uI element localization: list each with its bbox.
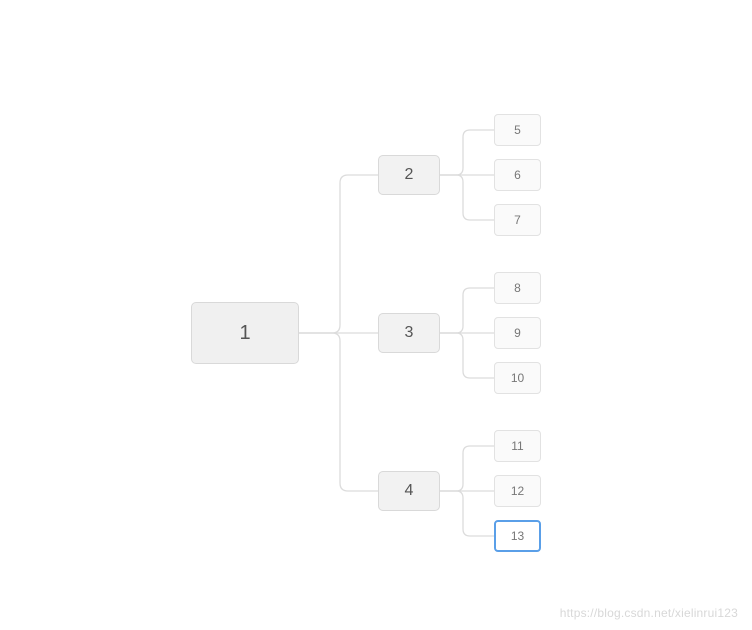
watermark-text: https://blog.csdn.net/xielinrui123 <box>560 606 738 620</box>
tree-node-leaf-selected[interactable]: 13 <box>494 520 541 552</box>
node-label: 6 <box>514 168 521 182</box>
tree-node-leaf[interactable]: 10 <box>494 362 541 394</box>
tree-node-leaf[interactable]: 6 <box>494 159 541 191</box>
tree-node-leaf[interactable]: 12 <box>494 475 541 507</box>
node-label: 3 <box>405 324 414 342</box>
node-label: 11 <box>511 439 523 453</box>
tree-node-level2[interactable]: 4 <box>378 471 440 511</box>
node-label: 12 <box>511 484 524 498</box>
node-label: 9 <box>514 326 521 340</box>
tree-node-level2[interactable]: 3 <box>378 313 440 353</box>
node-label: 8 <box>514 281 521 295</box>
tree-node-leaf[interactable]: 5 <box>494 114 541 146</box>
tree-connectors <box>0 0 752 630</box>
node-label: 7 <box>514 213 521 227</box>
node-label: 5 <box>514 123 521 137</box>
tree-node-root[interactable]: 1 <box>191 302 299 364</box>
node-label: 1 <box>239 322 250 345</box>
tree-node-leaf[interactable]: 9 <box>494 317 541 349</box>
node-label: 2 <box>405 166 414 184</box>
tree-node-level2[interactable]: 2 <box>378 155 440 195</box>
node-label: 13 <box>511 529 524 543</box>
tree-node-leaf[interactable]: 8 <box>494 272 541 304</box>
tree-node-leaf[interactable]: 7 <box>494 204 541 236</box>
tree-node-leaf[interactable]: 11 <box>494 430 541 462</box>
node-label: 10 <box>511 371 524 385</box>
node-label: 4 <box>405 482 414 500</box>
